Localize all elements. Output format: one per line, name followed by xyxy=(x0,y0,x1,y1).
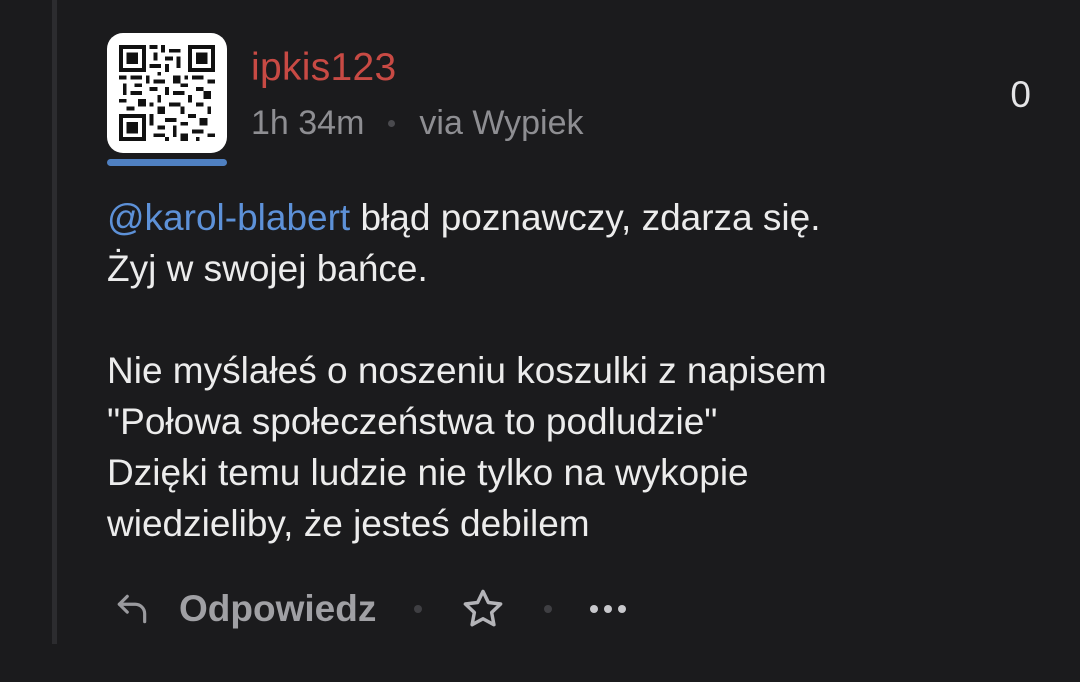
star-icon[interactable] xyxy=(460,586,506,632)
avatar-accent-bar xyxy=(107,159,227,166)
comment-paragraph-2: Nie myślałeś o noszeniu koszulki z napis… xyxy=(107,350,827,544)
actions-separator-dot xyxy=(544,605,553,613)
more-dots-icon[interactable] xyxy=(590,605,627,613)
comment-body: @karol-blabert błąd poznawczy, zdarza si… xyxy=(107,192,1037,549)
reply-arrow-icon[interactable] xyxy=(113,590,151,628)
comment-time[interactable]: 1h 34m xyxy=(251,102,364,144)
comment-text-line-2: Żyj w swojej bańce. xyxy=(107,248,428,289)
vote-count[interactable]: 0 xyxy=(1010,73,1031,117)
reply-button[interactable]: Odpowiedz xyxy=(179,588,376,630)
comment-meta: 1h 34m via Wypiek xyxy=(251,102,583,144)
more-dot xyxy=(618,605,627,613)
meta-separator-dot xyxy=(388,119,396,127)
comment-paragraph-1: @karol-blabert błąd poznawczy, zdarza si… xyxy=(107,192,1037,243)
author-username[interactable]: ipkis123 xyxy=(251,45,397,91)
more-dot xyxy=(590,605,599,613)
more-dot xyxy=(604,605,613,613)
avatar-container[interactable] xyxy=(107,33,227,167)
actions-separator-dot xyxy=(414,605,423,613)
qr-code-avatar-icon xyxy=(119,45,215,141)
comment: ipkis123 1h 34m via Wypiek 0 @karol-blab… xyxy=(0,0,1080,682)
comment-actions: Odpowiedz xyxy=(113,584,627,634)
comment-text-line-1: błąd poznawczy, zdarza się. xyxy=(350,197,821,238)
comment-source[interactable]: via Wypiek xyxy=(419,102,583,144)
avatar[interactable] xyxy=(107,33,227,153)
user-mention[interactable]: @karol-blabert xyxy=(107,197,350,238)
